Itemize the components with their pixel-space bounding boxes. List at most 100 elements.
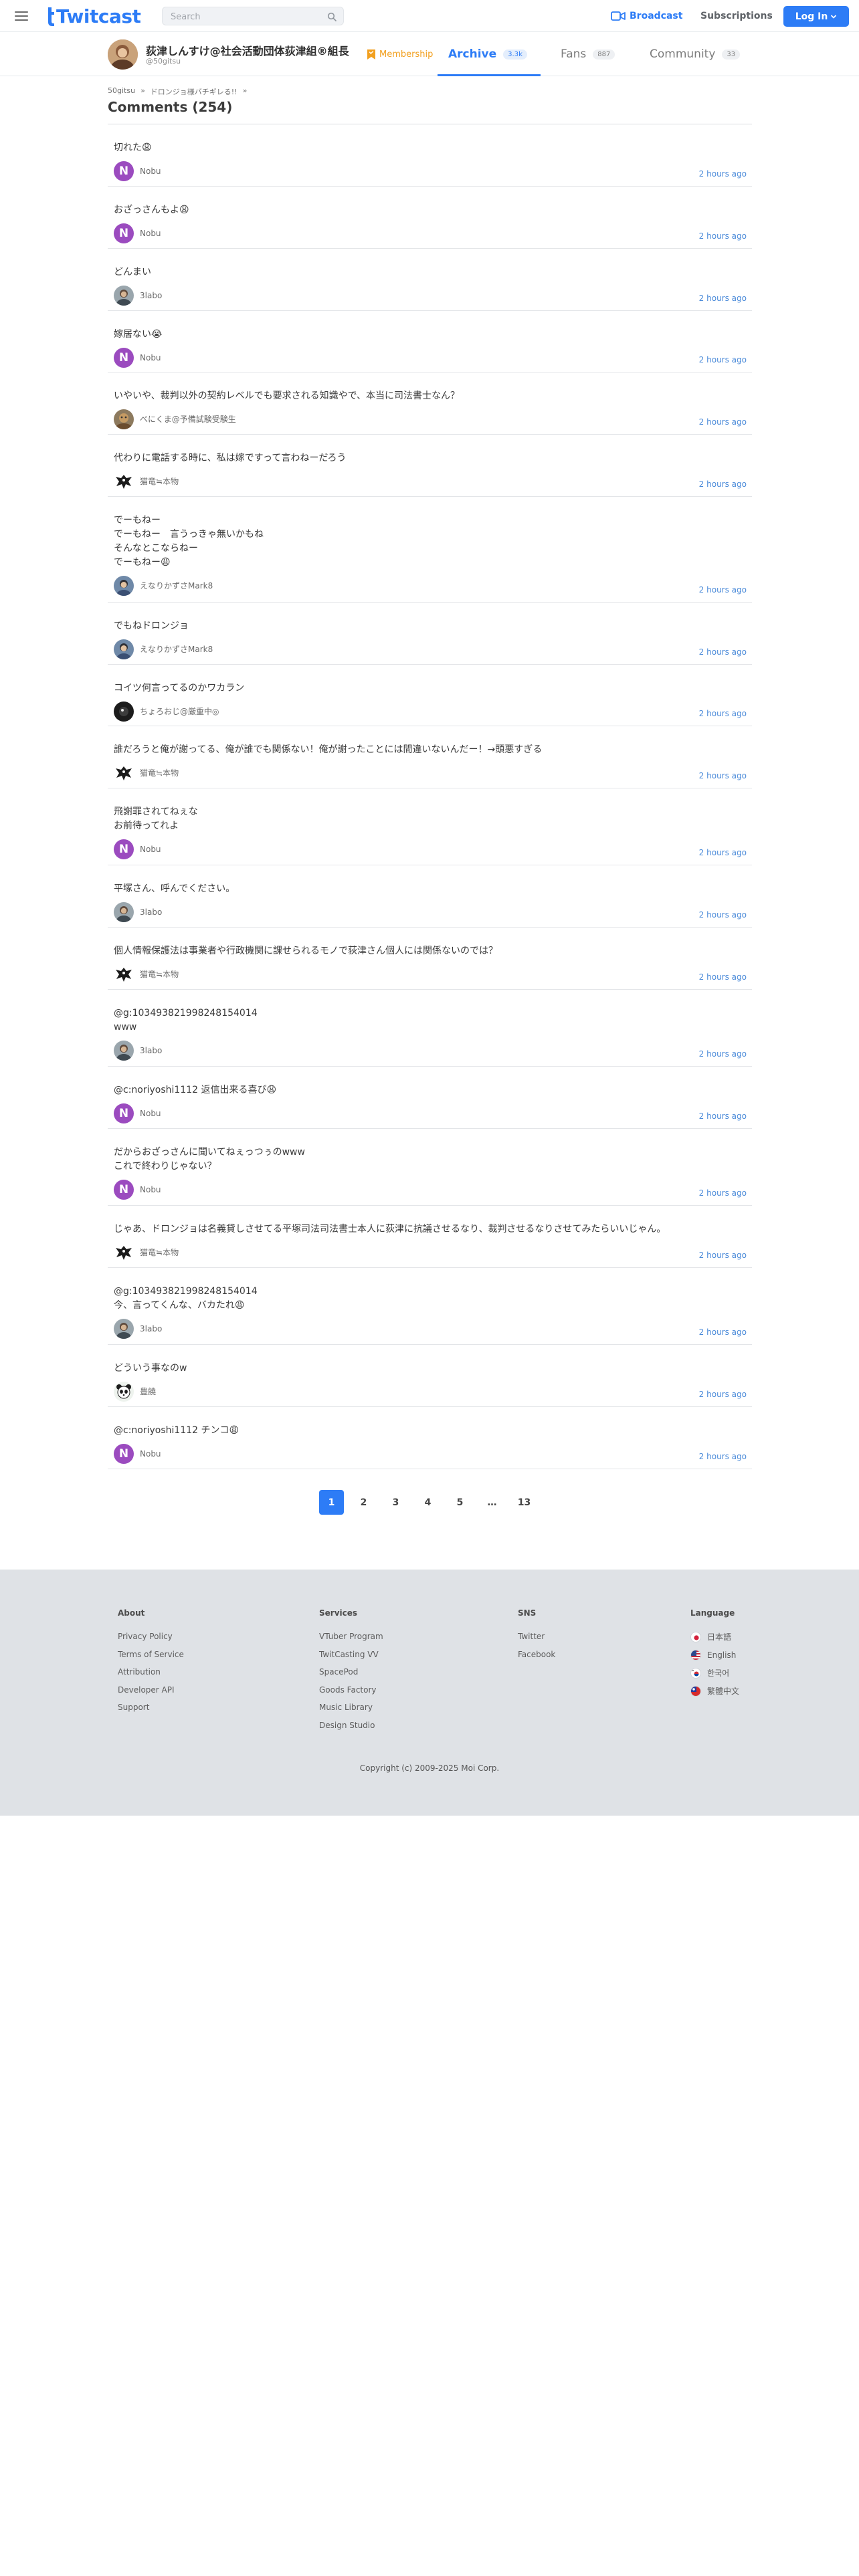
comment-timestamp[interactable]: 2 hours ago	[699, 417, 747, 427]
music-library-link[interactable]: Music Library	[319, 1703, 383, 1712]
comment-username[interactable]: 豊饒	[140, 1386, 156, 1397]
comment-username[interactable]: ちょろおじ@厳重中◎	[140, 706, 219, 717]
user-avatar[interactable]	[114, 964, 134, 984]
tab-community[interactable]: Community 33	[650, 32, 741, 76]
language-english[interactable]: English	[690, 1650, 739, 1660]
comment-timestamp[interactable]: 2 hours ago	[699, 355, 747, 364]
search-input[interactable]	[171, 10, 318, 23]
language-japanese[interactable]: 日本語	[690, 1632, 739, 1642]
tab-archive[interactable]: Archive 3.3k	[438, 32, 541, 76]
user-avatar[interactable]	[114, 286, 134, 306]
user-avatar[interactable]	[114, 1041, 134, 1061]
comment-username[interactable]: Nobu	[140, 844, 161, 855]
comment-username[interactable]: 猫竜≒本物	[140, 476, 179, 487]
user-avatar[interactable]	[114, 576, 134, 596]
tab-membership[interactable]: Membership	[367, 47, 433, 62]
comment-timestamp[interactable]: 2 hours ago	[699, 1251, 747, 1260]
twitcasting-vv-link[interactable]: TwitCasting VV	[319, 1650, 383, 1659]
comment-timestamp[interactable]: 2 hours ago	[699, 709, 747, 718]
user-avatar[interactable]	[114, 702, 134, 722]
comment-timestamp[interactable]: 2 hours ago	[699, 1111, 747, 1121]
language-traditional-chinese[interactable]: 繁體中文	[690, 1686, 739, 1697]
user-avatar[interactable]	[114, 1243, 134, 1263]
twitcast-logo[interactable]: Twitcast	[45, 4, 141, 28]
login-button[interactable]: Log In	[783, 6, 849, 27]
design-studio-link[interactable]: Design Studio	[319, 1721, 383, 1730]
breadcrumb-user-link[interactable]: 50gitsu	[108, 86, 135, 97]
comment-username[interactable]: Nobu	[140, 1184, 161, 1195]
comment-username[interactable]: 3labo	[140, 907, 162, 918]
user-avatar[interactable]: N	[114, 1180, 134, 1200]
attribution-link[interactable]: Attribution	[118, 1667, 184, 1677]
user-avatar[interactable]: N	[114, 161, 134, 181]
vtuber-program-link[interactable]: VTuber Program	[319, 1632, 383, 1641]
spacepod-link[interactable]: SpacePod	[319, 1667, 383, 1677]
comment-timestamp[interactable]: 2 hours ago	[699, 169, 747, 179]
comment-username[interactable]: 猫竜≒本物	[140, 1247, 179, 1258]
comment-timestamp[interactable]: 2 hours ago	[699, 972, 747, 982]
page-5-button[interactable]: 5	[448, 1490, 472, 1515]
language-korean[interactable]: 한국어	[690, 1668, 739, 1679]
user-avatar[interactable]: N	[114, 223, 134, 243]
comment-timestamp[interactable]: 2 hours ago	[699, 1390, 747, 1399]
comment-username[interactable]: 3labo	[140, 290, 162, 301]
user-avatar[interactable]	[114, 902, 134, 922]
user-avatar[interactable]	[114, 471, 134, 492]
page-1-button[interactable]: 1	[319, 1490, 344, 1515]
comment-timestamp[interactable]: 2 hours ago	[699, 1452, 747, 1461]
user-avatar[interactable]: N	[114, 839, 134, 859]
twitter-link[interactable]: Twitter	[518, 1632, 555, 1641]
page-2-button[interactable]: 2	[351, 1490, 376, 1515]
comment-username[interactable]: べにくま@予備試験受験生	[140, 414, 236, 425]
comment-username[interactable]: Nobu	[140, 1108, 161, 1119]
support-link[interactable]: Support	[118, 1703, 184, 1712]
comment-username[interactable]: Nobu	[140, 166, 161, 177]
terms-of-service-link[interactable]: Terms of Service	[118, 1650, 184, 1659]
user-avatar[interactable]	[114, 409, 134, 429]
comment-timestamp[interactable]: 2 hours ago	[699, 910, 747, 920]
user-avatar[interactable]	[114, 1382, 134, 1402]
profile-avatar[interactable]	[108, 39, 138, 70]
profile-name[interactable]: 荻津しんすけ@社会活動団体荻津組®組長	[146, 42, 349, 58]
user-avatar[interactable]	[114, 639, 134, 659]
comment-timestamp[interactable]: 2 hours ago	[699, 585, 747, 595]
search-icon[interactable]	[327, 12, 337, 21]
page-last-button[interactable]: 13	[512, 1490, 537, 1515]
tab-fans[interactable]: Fans 887	[561, 32, 615, 76]
comment-username[interactable]: 3labo	[140, 1045, 162, 1056]
facebook-link[interactable]: Facebook	[518, 1650, 555, 1659]
user-avatar[interactable]	[114, 763, 134, 783]
comment-timestamp[interactable]: 2 hours ago	[699, 294, 747, 303]
comment-timestamp[interactable]: 2 hours ago	[699, 1049, 747, 1059]
subscriptions-link[interactable]: Subscriptions	[700, 9, 773, 23]
user-avatar[interactable]: N	[114, 348, 134, 368]
comment-text: いやいや、裁判以外の契約レベルでも要求される知識やで、本当に司法書士なん？	[114, 391, 460, 401]
comment-username[interactable]: 猫竜≒本物	[140, 768, 179, 778]
comment-username[interactable]: 猫竜≒本物	[140, 969, 179, 980]
broadcast-icon	[611, 11, 626, 21]
page-4-button[interactable]: 4	[415, 1490, 440, 1515]
developer-api-link[interactable]: Developer API	[118, 1685, 184, 1695]
comment-timestamp[interactable]: 2 hours ago	[699, 647, 747, 657]
comment-username[interactable]: Nobu	[140, 352, 161, 363]
comment-timestamp[interactable]: 2 hours ago	[699, 1188, 747, 1198]
comment-username[interactable]: えなりかずさMark8	[140, 580, 213, 591]
privacy-policy-link[interactable]: Privacy Policy	[118, 1632, 184, 1641]
comment-username[interactable]: Nobu	[140, 1448, 161, 1459]
comment-username[interactable]: 3labo	[140, 1323, 162, 1334]
comment-timestamp[interactable]: 2 hours ago	[699, 771, 747, 780]
comment-timestamp[interactable]: 2 hours ago	[699, 1327, 747, 1337]
comment-username[interactable]: Nobu	[140, 228, 161, 239]
comment-username[interactable]: えなりかずさMark8	[140, 644, 213, 655]
comment-timestamp[interactable]: 2 hours ago	[699, 479, 747, 489]
page-3-button[interactable]: 3	[383, 1490, 408, 1515]
user-avatar[interactable]: N	[114, 1444, 134, 1464]
comment-timestamp[interactable]: 2 hours ago	[699, 231, 747, 241]
broadcast-button[interactable]: Broadcast	[611, 9, 682, 23]
user-avatar[interactable]: N	[114, 1103, 134, 1123]
user-avatar[interactable]	[114, 1319, 134, 1339]
breadcrumb-movie-link[interactable]: ドロンジョ様バチギレる!!	[151, 86, 237, 97]
goods-factory-link[interactable]: Goods Factory	[319, 1685, 383, 1695]
comment-timestamp[interactable]: 2 hours ago	[699, 848, 747, 857]
hamburger-menu-icon[interactable]	[13, 9, 29, 23]
